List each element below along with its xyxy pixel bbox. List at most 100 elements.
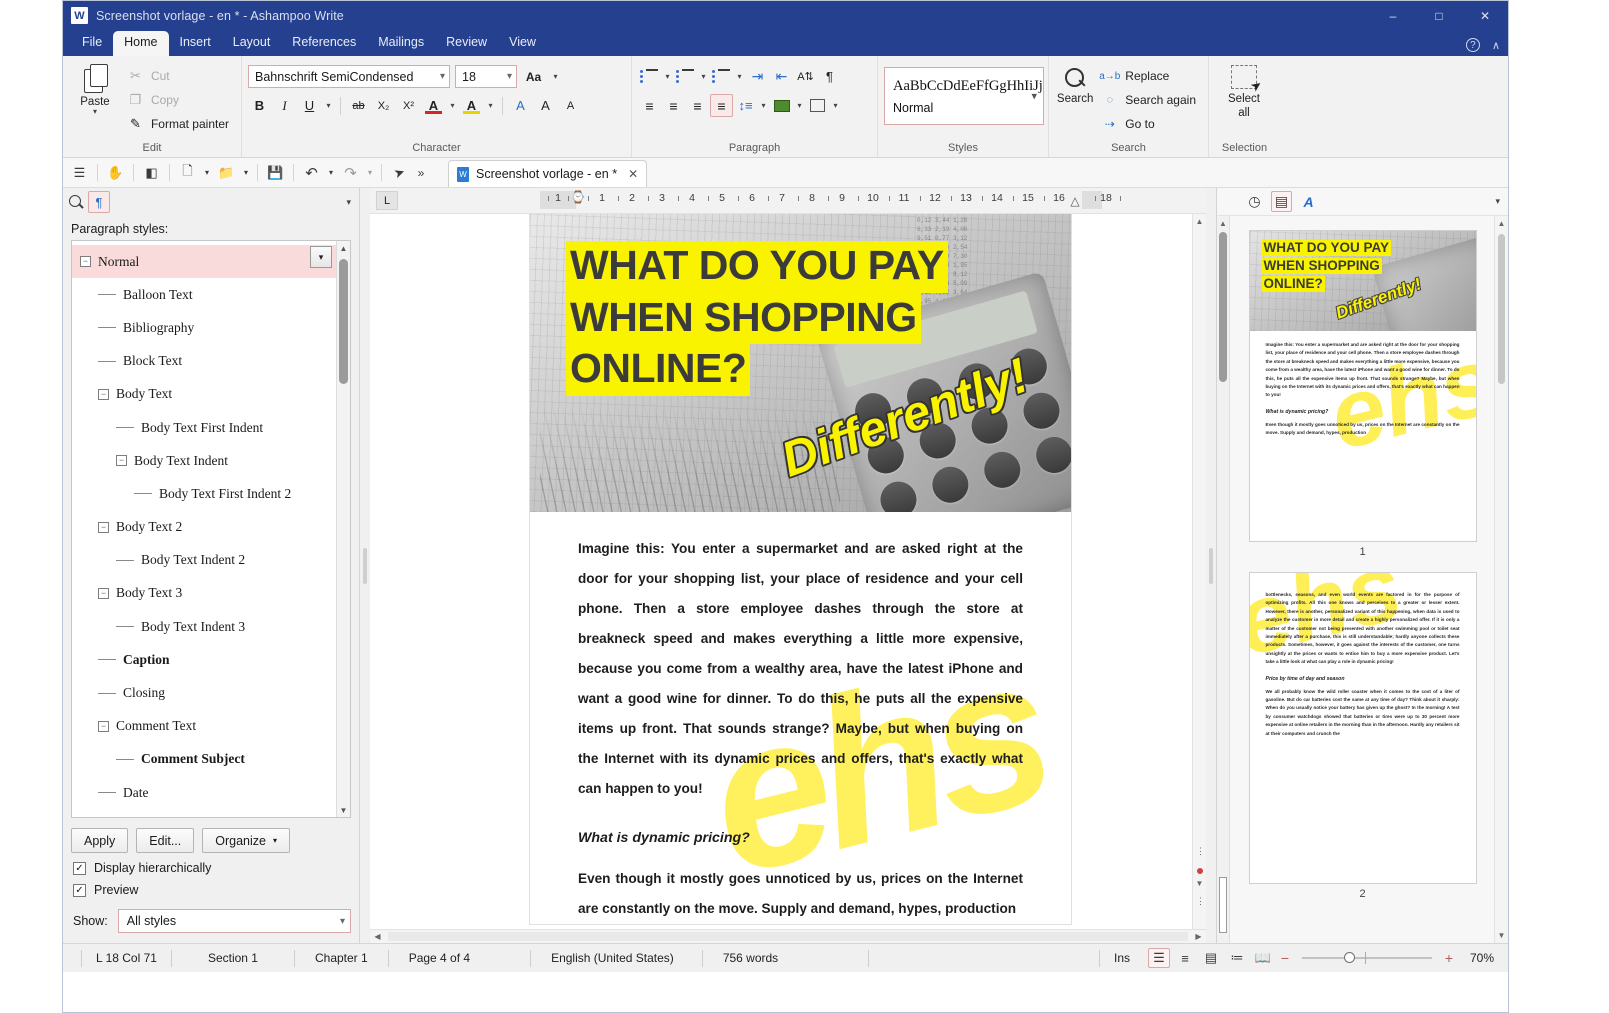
select-pointer-icon[interactable]: ➤ [384,157,416,188]
paragraph-styles-toggle[interactable]: ¶ [88,191,110,213]
horizontal-ruler[interactable]: 1 ⌚ 1 2 3 4 5 6 7 8 9 10 11 12 1 [540,188,1192,214]
scroll-left-icon[interactable]: ◀ [370,932,385,941]
apply-button[interactable]: Apply [71,828,128,853]
thumbnail-page[interactable]: ehs bottlenecks, seasons, and even world… [1249,572,1477,884]
underline-button[interactable]: U [298,94,321,117]
web-layout-icon[interactable]: ▤ [1200,948,1222,968]
decrease-indent-button[interactable]: ⇤ [770,65,793,88]
go-to-button[interactable]: ⇢ Go to [1099,112,1202,136]
strikethrough-button[interactable]: ab [347,94,370,117]
highlight-color-button[interactable]: A [460,94,483,117]
style-item-body-text-first-indent[interactable]: Body Text First Indent [72,411,336,444]
chevron-down-icon[interactable]: ▾ [325,161,337,185]
tab-view[interactable]: View [498,31,547,56]
redo-icon[interactable]: ↷ [338,161,363,185]
align-center-button[interactable]: ≡ [662,94,685,117]
print-layout-icon[interactable]: ☰ [1148,948,1170,968]
show-select[interactable]: All styles ▾ [118,909,351,933]
tab-mailings[interactable]: Mailings [367,31,435,56]
chevron-down-icon[interactable]: ▾ [794,101,805,110]
shrink-font-button[interactable]: A [559,94,582,117]
show-marks-button[interactable]: ¶ [818,65,841,88]
chevron-down-icon[interactable]: ▾ [662,72,673,81]
previous-page-icon[interactable]: ⋮ [1196,846,1205,857]
page-body[interactable]: ehs Imagine this: You enter a supermarke… [530,512,1071,924]
maximize-button[interactable]: □ [1416,1,1462,30]
scroll-up-icon[interactable]: ▲ [1495,216,1508,231]
display-hierarchically-row[interactable]: ✓ Display hierarchically [63,853,359,875]
chevron-down-icon[interactable]: ▾ [485,101,496,110]
zoom-slider-handle[interactable] [1344,952,1355,963]
style-item-comment-subject[interactable]: Comment Subject [72,743,336,776]
document-tab[interactable]: Screenshot vorlage - en * ✕ [448,160,647,187]
replace-button[interactable]: a→b Replace [1099,64,1202,88]
tab-layout[interactable]: Layout [222,31,282,56]
navigator-icon[interactable]: ◷ [1244,191,1265,212]
close-icon[interactable]: ✕ [628,167,638,181]
style-item-body-text-indent-3[interactable]: Body Text Indent 3 [72,610,336,643]
chevron-down-icon[interactable]: ▾ [758,101,769,110]
line-spacing-button[interactable]: ↕≡ [734,94,757,117]
indent-marker-icon[interactable]: ⌚ [571,190,586,204]
chevron-down-icon[interactable]: ▾ [240,161,252,185]
tab-insert[interactable]: Insert [169,31,222,56]
scroll-down-icon[interactable]: ▼ [337,803,350,817]
tab-references[interactable]: References [281,31,367,56]
checkbox-display-hierarchically[interactable]: ✓ [73,862,86,875]
search-again-button[interactable]: ◌ Search again [1099,88,1202,112]
expander-icon[interactable]: − [98,721,109,732]
menu-icon[interactable]: ☰ [67,161,92,185]
chevron-down-icon[interactable]: ▾ [323,101,334,110]
scroll-up-icon[interactable]: ▲ [1217,216,1229,230]
undo-icon[interactable]: ↶ [299,161,324,185]
document-horizontal-scrollbar[interactable]: ◀ ▶ [370,929,1206,943]
style-item-bibliography[interactable]: Bibliography [72,311,336,344]
style-gallery-combo[interactable]: AaBbCcDdEeFfGgHhIiJj Normal ▾ [884,67,1044,125]
more-icon[interactable]: » [413,161,429,185]
two-page-icon[interactable]: 📖 [1252,948,1274,968]
chevron-down-icon[interactable]: ▾ [93,107,97,116]
scrollbar-thumb[interactable] [1498,234,1505,384]
select-all-button[interactable]: Select all [1215,60,1273,120]
bullets-button[interactable] [638,65,661,88]
document-vertical-scrollbar[interactable]: ▲ ▼ ⋮ ⋮ [1192,214,1206,929]
cut-button[interactable]: ✂ Cut [125,64,235,88]
justify-button[interactable]: ≡ [710,94,733,117]
checkbox-preview[interactable]: ✓ [73,884,86,897]
page-thumbnails-list[interactable]: ▲ WHAT DO YOU PAY WHEN SHOPPING [1217,216,1508,943]
open-folder-icon[interactable]: 📁 [214,161,239,185]
scrollbar-thumb[interactable] [339,259,348,384]
subscript-button[interactable]: X₂ [372,94,395,117]
draft-view-icon[interactable]: ≡ [1174,948,1196,968]
zoom-slider[interactable] [1302,950,1432,966]
style-item-caption[interactable]: Caption [72,643,336,676]
scroll-down-icon[interactable]: ▼ [1193,876,1206,891]
thumbnail-page[interactable]: WHAT DO YOU PAY WHEN SHOPPING ONLINE? Di… [1249,230,1477,542]
styles-tree-scrollbar[interactable]: ▲ ▼ [336,241,350,817]
chevron-down-icon[interactable]: ▾ [550,72,561,81]
zoom-in-button[interactable]: + [1442,950,1456,966]
chevron-down-icon[interactable]: ▾ [346,197,351,208]
scrollbar-thumb[interactable] [1219,232,1227,382]
style-item-closing[interactable]: Closing [72,676,336,709]
style-item-body-text-2[interactable]: − Body Text 2 [72,511,336,544]
sort-button[interactable]: A⇅ [794,65,817,88]
zoom-out-button[interactable]: − [1278,950,1292,966]
hero-image[interactable]: 0,12 3,44 1,286,33 2,19 4,089,51 0,77 3,… [530,214,1071,512]
style-item-balloon-text[interactable]: Balloon Text [72,278,336,311]
document-page[interactable]: 0,12 3,44 1,286,33 2,19 4,089,51 0,77 3,… [530,214,1071,924]
align-left-button[interactable]: ≡ [638,94,661,117]
chevron-down-icon[interactable]: ▾ [447,101,458,110]
new-document-icon[interactable]: 🗋 [175,161,200,185]
chevron-down-icon[interactable]: ▾ [201,161,213,185]
collapse-ribbon-icon[interactable]: ∧ [1492,39,1500,52]
style-item-date[interactable]: Date [72,776,336,809]
expander-icon[interactable]: − [116,455,127,466]
bold-button[interactable]: B [248,94,271,117]
tab-review[interactable]: Review [435,31,498,56]
document-canvas[interactable]: 0,12 3,44 1,286,33 2,19 4,089,51 0,77 3,… [370,214,1206,929]
right-indent-marker-icon[interactable]: △ [1070,194,1079,208]
tab-file[interactable]: File [71,31,113,56]
multilevel-list-button[interactable] [710,65,733,88]
chevron-down-icon[interactable]: ▾ [1495,196,1500,207]
